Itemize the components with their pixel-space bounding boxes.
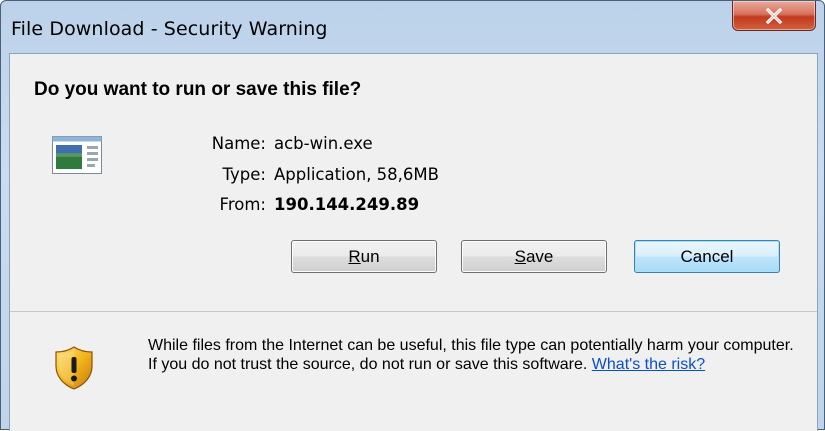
- dialog-window: File Download - Security Warning Do you …: [0, 0, 825, 431]
- file-from-label: From:: [219, 195, 266, 214]
- file-name-value: acb-win.exe: [274, 134, 373, 153]
- prompt-question: Do you want to run or save this file?: [34, 79, 362, 100]
- file-from-value: 190.144.249.89: [274, 195, 420, 214]
- save-button[interactable]: Save: [461, 240, 607, 273]
- dialog-content: Do you want to run or save this file? Na…: [9, 53, 818, 431]
- main-panel: Do you want to run or save this file? Na…: [10, 54, 817, 311]
- cancel-button[interactable]: Cancel: [634, 240, 780, 273]
- file-name-label: Name:: [211, 134, 266, 153]
- warning-panel: While files from the Internet can be use…: [10, 312, 817, 431]
- close-icon: [765, 7, 783, 24]
- window-title: File Download - Security Warning: [11, 18, 328, 40]
- run-button-label: Run: [348, 246, 380, 266]
- run-button[interactable]: Run: [291, 240, 437, 273]
- file-type-row: Type: Application, 58,6MB: [10, 164, 819, 186]
- whats-the-risk-link[interactable]: What's the risk?: [592, 356, 705, 373]
- file-type-value: Application, 58,6MB: [274, 165, 439, 184]
- file-from-row: From: 190.144.249.89: [10, 194, 819, 216]
- file-name-row: Name: acb-win.exe: [10, 133, 819, 155]
- save-button-label: Save: [514, 246, 554, 266]
- close-button[interactable]: [732, 1, 816, 31]
- cancel-button-label: Cancel: [680, 246, 734, 266]
- shield-warning-icon: [55, 346, 93, 390]
- warning-message: While files from the Internet can be use…: [148, 336, 803, 374]
- title-bar[interactable]: File Download - Security Warning: [1, 1, 824, 53]
- file-type-label: Type:: [222, 165, 266, 184]
